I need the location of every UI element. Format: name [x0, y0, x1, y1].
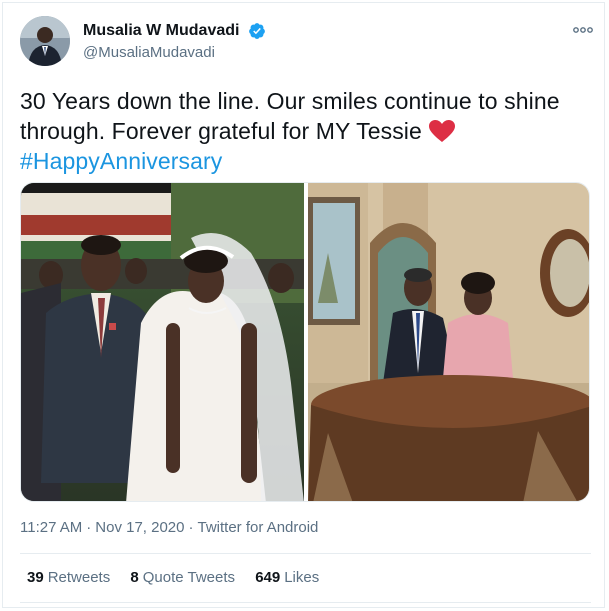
divider: [20, 553, 591, 554]
tweet-metadata: 11:27 AM · Nov 17, 2020 · Twitter for Androi…: [20, 518, 318, 538]
tweet-date[interactable]: Nov 17, 2020: [95, 519, 184, 536]
tweet-time[interactable]: 11:27 AM: [20, 519, 82, 536]
anniversary-photo[interactable]: [308, 183, 589, 501]
tweet-text-line-1: 30 Years down the line. Our smiles conti…: [20, 88, 560, 114]
tweet-text-line-2: through. Forever grateful for MY Tessie: [20, 116, 585, 146]
quote-tweets-stat[interactable]: 8 Quote Tweets: [130, 568, 235, 588]
quote-tweets-label: Quote Tweets: [142, 569, 236, 586]
retweets-stat[interactable]: 39 Retweets: [27, 568, 110, 588]
tweet-text: 30 Years down the line. Our smiles conti…: [20, 86, 585, 176]
retweets-count: 39: [27, 569, 44, 586]
display-name[interactable]: Musalia W Mudavadi: [83, 21, 239, 41]
likes-count: 649: [255, 569, 281, 586]
avatar[interactable]: [20, 16, 70, 66]
meta-separator-2: ·: [188, 519, 194, 536]
quote-tweets-count: 8: [130, 569, 139, 586]
user-handle[interactable]: @MusaliaMudavadi: [83, 43, 266, 63]
divider: [20, 602, 591, 603]
likes-stat[interactable]: 649 Likes: [255, 568, 319, 588]
profile-photo-icon: [20, 16, 70, 66]
tweet-text-line-2-text: through. Forever grateful for MY Tessie: [20, 118, 422, 144]
heart-emoji-icon: [428, 119, 456, 143]
retweets-label: Retweets: [47, 569, 111, 586]
wedding-photo[interactable]: [21, 183, 304, 501]
tweet-media: [20, 182, 590, 502]
tweet-stats: 39 Retweets 8 Quote Tweets 649 Likes: [27, 568, 335, 588]
likes-label: Likes: [284, 569, 320, 586]
more-options-icon[interactable]: [571, 22, 595, 38]
tweet-hashtag[interactable]: #HappyAnniversary: [20, 146, 585, 176]
tweet-source[interactable]: Twitter for Android: [198, 519, 319, 536]
verified-badge-icon: [248, 22, 266, 40]
meta-separator-1: ·: [86, 519, 92, 536]
user-name-block: Musalia W Mudavadi @MusaliaMudavadi: [83, 21, 266, 63]
